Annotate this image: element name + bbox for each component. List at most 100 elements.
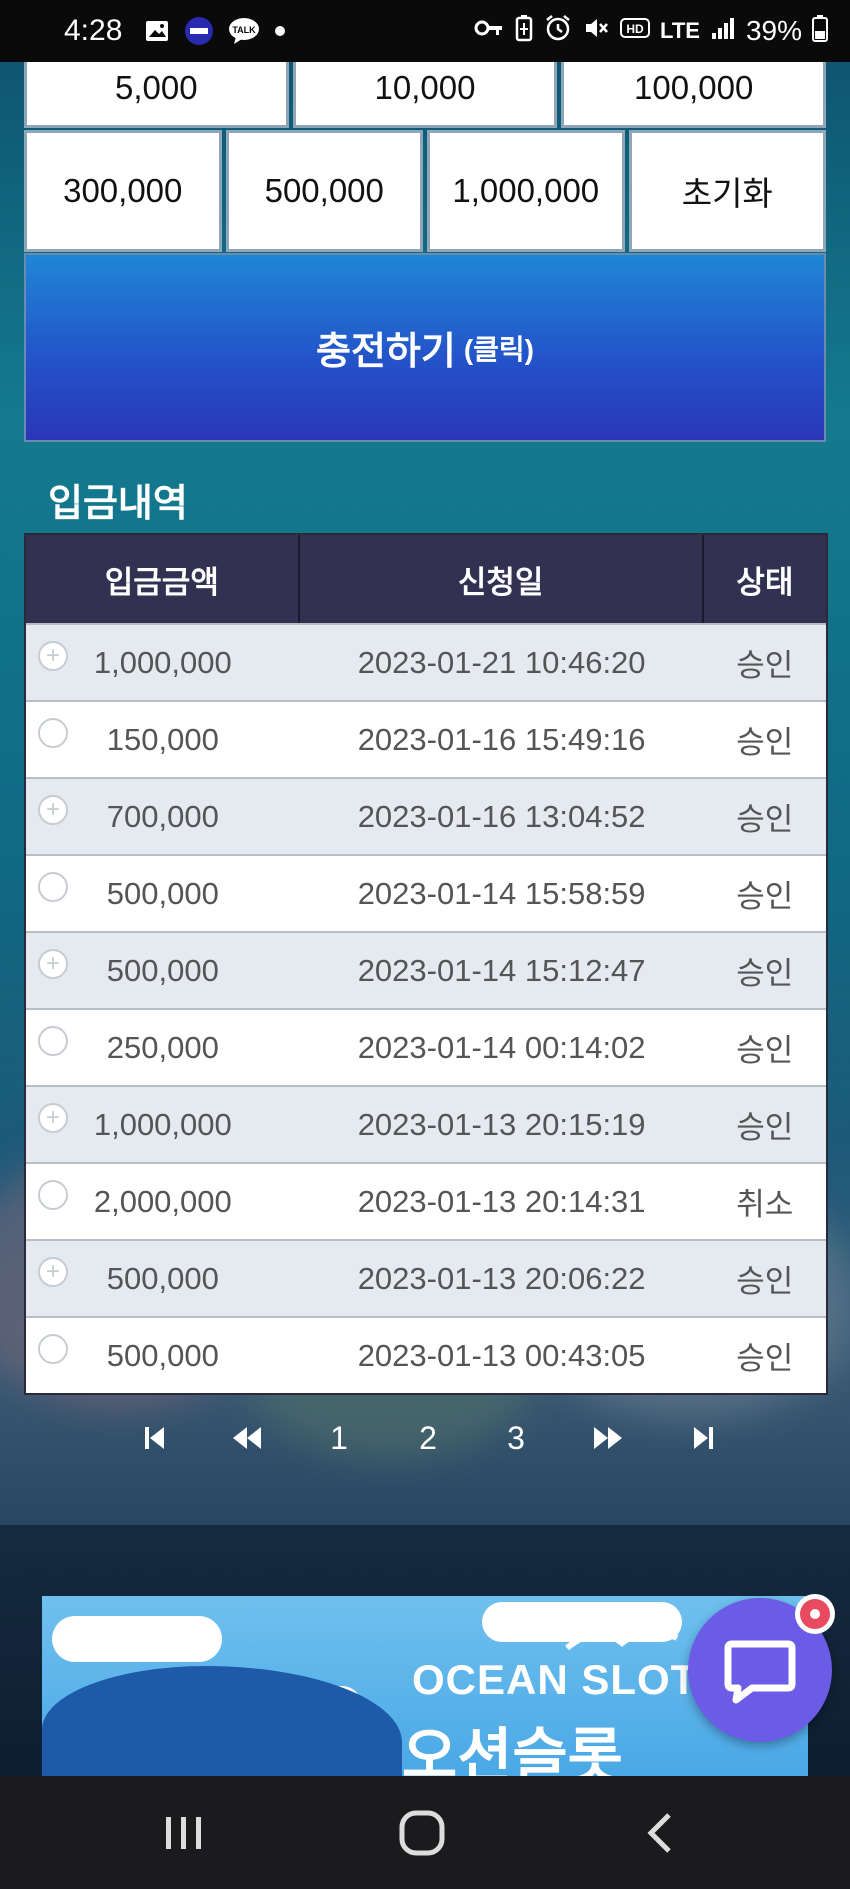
cell-status: 승인 [736,879,794,914]
cell-status: 승인 [736,1110,794,1145]
row-expand-icon[interactable]: + [38,1103,68,1133]
talk-icon-label: TALK [233,25,257,35]
row-expand-icon[interactable]: + [38,949,68,979]
row-expand-icon[interactable]: + [38,1257,68,1287]
pagination: 1 2 3 [0,1408,850,1468]
cell-amount: 500,000 [106,952,219,988]
banner-title-en: OCEAN SLOT [412,1656,698,1703]
status-time: 4:28 [64,14,123,47]
cell-date: 2023-01-13 00:43:05 [357,1337,646,1373]
table-row: 500,000 2023-01-13 00:43:05 승인 [26,1316,826,1393]
chat-notification-badge [795,1594,835,1634]
cell-amount: 2,000,000 [93,1183,232,1219]
prev-page-icon[interactable] [222,1408,272,1468]
cell-amount: 250,000 [106,1029,219,1065]
key-icon [474,15,504,47]
battery-percent: 39% [745,15,802,46]
cell-status: 승인 [736,1033,794,1068]
cell-date: 2023-01-13 20:15:19 [357,1106,646,1142]
cell-amount: 700,000 [106,798,219,834]
table-row: +500,000 2023-01-13 20:06:22 승인 [26,1239,826,1316]
cell-amount: 500,000 [106,1260,219,1296]
mute-icon [582,14,610,49]
alarm-icon [544,14,572,49]
cell-date: 2023-01-14 15:12:47 [357,952,646,988]
last-page-icon[interactable] [678,1408,728,1468]
row-expand-icon[interactable] [38,1334,68,1364]
cell-date: 2023-01-14 15:58:59 [357,875,646,911]
table-row: +700,000 2023-01-16 13:04:52 승인 [26,777,826,854]
table-row: +1,000,000 2023-01-21 10:46:20 승인 [26,623,826,700]
table-row: 500,000 2023-01-14 15:58:59 승인 [26,854,826,931]
table-row: +500,000 2023-01-14 15:12:47 승인 [26,931,826,1008]
cell-amount: 150,000 [106,721,219,757]
row-expand-icon[interactable]: + [38,795,68,825]
chat-bubble-icon [724,1640,796,1704]
row-expand-icon[interactable] [38,718,68,748]
amount-row-bottom: 300,000 500,000 1,000,000 초기화 [24,130,826,252]
svg-text:HD: HD [626,22,644,36]
battery-saver-icon [514,14,534,49]
column-header-amount: 입금금액 [26,535,300,623]
cell-amount: 500,000 [106,1337,219,1373]
cell-date: 2023-01-21 10:46:20 [357,644,646,680]
row-expand-icon[interactable]: + [38,641,68,671]
status-bar: 4:28 TALK HD LTE 39% [0,0,850,62]
table-header: 입금금액 신청일 상태 [26,535,826,623]
gallery-icon [144,18,170,44]
cell-status: 취소 [736,1187,794,1222]
history-title: 입금내역 [48,483,188,525]
cloud [52,1616,222,1662]
signal-icon [710,15,736,48]
first-page-icon[interactable] [130,1408,180,1468]
cell-status: 승인 [736,802,794,837]
reset-button[interactable]: 초기화 [628,130,826,252]
cell-status: 승인 [736,725,794,760]
charge-button-sub: (클릭) [463,333,534,365]
amount-button-1000000[interactable]: 1,000,000 [427,130,625,252]
cell-status: 승인 [736,648,794,683]
charge-button[interactable]: 충전하기 (클릭) [24,253,826,442]
page-2[interactable]: 2 [403,1408,453,1468]
cell-amount: 500,000 [106,875,219,911]
table-row: +1,000,000 2023-01-13 20:15:19 승인 [26,1085,826,1162]
table-body: +1,000,000 2023-01-21 10:46:20 승인 150,000 20… [26,623,826,1393]
cell-status: 승인 [736,956,794,991]
cell-amount: 1,000,000 [93,1106,232,1142]
charge-button-label: 충전하기 [315,331,456,373]
banner-title-ko: 오션슬롯 [402,1723,623,1776]
cell-date: 2023-01-16 15:49:16 [357,721,646,757]
cell-status: 승인 [736,1341,794,1376]
amount-button-500000[interactable]: 500,000 [225,130,423,252]
table-row: 250,000 2023-01-14 00:14:02 승인 [26,1008,826,1085]
row-expand-icon[interactable] [38,1180,68,1210]
whale-illustration [42,1666,402,1776]
amount-button-300000[interactable]: 300,000 [24,130,222,252]
table-row: 2,000,000 2023-01-13 20:14:31 취소 [26,1162,826,1239]
cell-amount: 1,000,000 [93,644,232,680]
back-icon[interactable] [600,1776,720,1889]
network-type: LTE [660,18,700,43]
page-1[interactable]: 1 [314,1408,364,1468]
home-icon[interactable] [362,1776,482,1889]
table-row: 150,000 2023-01-16 15:49:16 승인 [26,700,826,777]
cell-date: 2023-01-14 00:14:02 [357,1029,646,1065]
row-expand-icon[interactable] [38,1026,68,1056]
battery-icon [812,14,828,49]
cell-status: 승인 [736,1264,794,1299]
navigation-bar [0,1776,850,1889]
column-header-status: 상태 [736,564,794,600]
dot-icon [274,25,286,37]
recent-apps-icon[interactable] [124,1776,244,1889]
row-expand-icon[interactable] [38,872,68,902]
column-header-date: 신청일 [300,535,704,623]
page-3[interactable]: 3 [491,1408,541,1468]
cell-date: 2023-01-13 20:06:22 [357,1260,646,1296]
cell-date: 2023-01-16 13:04:52 [357,798,646,834]
deposit-history-table: 입금금액 신청일 상태 +1,000,000 2023-01-21 10:46:2… [24,533,828,1395]
next-page-icon[interactable] [583,1408,633,1468]
hd-icon: HD [620,15,651,47]
talk-icon: TALK [228,17,260,45]
app-icon [184,16,214,46]
cell-date: 2023-01-13 20:14:31 [357,1183,646,1219]
